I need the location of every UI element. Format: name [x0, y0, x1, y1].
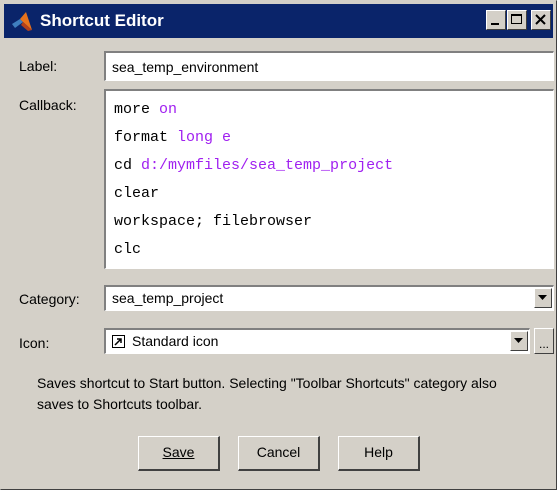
- category-value: sea_temp_project: [112, 290, 224, 306]
- callback-line: clc: [114, 241, 141, 259]
- cancel-button[interactable]: Cancel: [238, 436, 320, 471]
- callback-line: more on: [114, 101, 177, 119]
- chevron-down-icon: [538, 295, 547, 300]
- callback-command: workspace; filebrowser: [114, 213, 313, 230]
- callback-line: workspace; filebrowser: [114, 213, 312, 231]
- icon-caption: Icon:: [19, 335, 50, 351]
- title-bar[interactable]: Shortcut Editor: [4, 4, 553, 38]
- category-dropdown[interactable]: sea_temp_project: [104, 285, 554, 311]
- callback-argument: d:/mymfiles/sea_temp_project: [141, 157, 394, 174]
- icon-dropdown[interactable]: Standard icon: [104, 328, 530, 354]
- callback-line: clear: [114, 185, 159, 203]
- help-button[interactable]: Help: [338, 436, 420, 471]
- save-button[interactable]: Save: [138, 436, 220, 471]
- chevron-down-icon: [514, 338, 523, 343]
- save-button-label: Save: [162, 444, 195, 460]
- close-icon: [535, 14, 546, 25]
- callback-line: format long e: [114, 129, 231, 147]
- shortcut-editor-window: Shortcut Editor Label: sea_temp_environm…: [0, 0, 557, 490]
- shortcut-arrow-icon: [112, 335, 125, 348]
- minimize-button[interactable]: [486, 10, 506, 30]
- callback-argument: on: [159, 101, 178, 118]
- callback-command: clear: [114, 185, 160, 202]
- callback-argument: long e: [177, 129, 232, 146]
- callback-command: clc: [114, 241, 142, 258]
- description-text: Saves shortcut to Start button. Selectin…: [37, 375, 497, 412]
- category-caption: Category:: [19, 291, 80, 307]
- category-dropdown-button[interactable]: [534, 288, 552, 308]
- callback-caption: Callback:: [19, 97, 77, 113]
- window-title: Shortcut Editor: [40, 11, 164, 30]
- label-input-value: sea_temp_environment: [112, 59, 259, 75]
- minimize-icon: [491, 23, 499, 25]
- callback-textarea[interactable]: more on format long e cd d:/mymfiles/sea…: [104, 89, 554, 269]
- maximize-button[interactable]: [507, 10, 527, 30]
- matlab-logo-icon: [10, 10, 34, 34]
- label-input[interactable]: sea_temp_environment: [104, 51, 554, 81]
- icon-value: Standard icon: [132, 333, 219, 349]
- callback-line: cd d:/mymfiles/sea_temp_project: [114, 157, 393, 175]
- close-button[interactable]: [531, 10, 551, 30]
- icon-dropdown-button[interactable]: [510, 331, 528, 351]
- callback-command: format: [114, 129, 169, 146]
- callback-command: cd: [114, 157, 133, 174]
- label-caption: Label:: [19, 58, 58, 74]
- browse-icon-button[interactable]: ...: [534, 328, 554, 354]
- maximize-icon: [511, 14, 522, 24]
- callback-command: more: [114, 101, 151, 118]
